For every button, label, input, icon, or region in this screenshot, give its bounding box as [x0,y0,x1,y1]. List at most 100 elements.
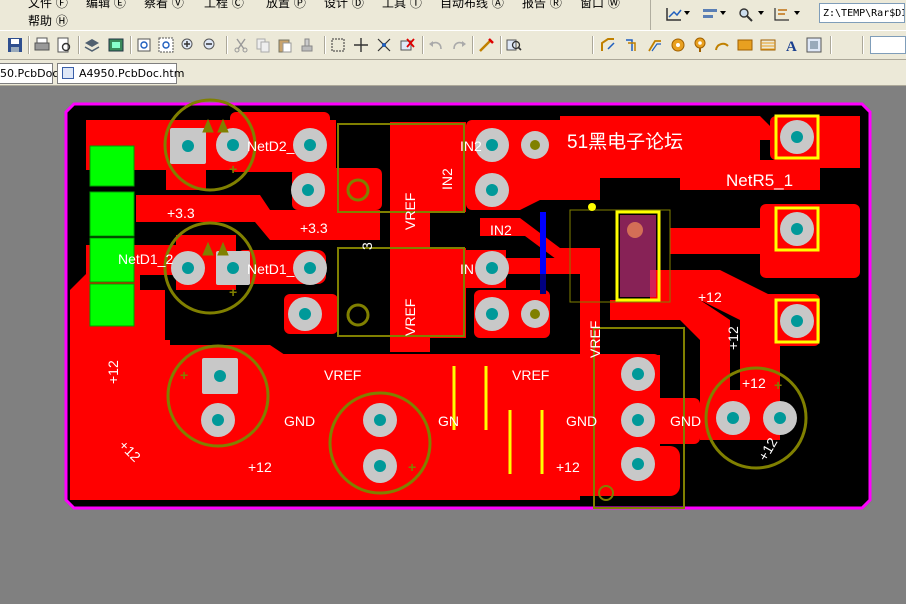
grid-icon[interactable] [773,6,791,22]
dropdown-arrow-icon[interactable] [720,11,726,15]
align-icon[interactable] [701,6,719,22]
zoom-in-icon[interactable] [180,37,196,53]
print-preview-icon[interactable] [56,37,72,53]
save-icon[interactable] [7,37,23,53]
toolbar-separator [862,36,864,54]
menu-tools[interactable]: 工具 Ⓣ [382,0,422,10]
menu-reports[interactable]: 报告 Ⓡ [522,0,562,10]
toolbar-separator [472,36,474,54]
select-area-icon[interactable] [330,37,346,53]
svg-text:+: + [229,284,237,300]
tab-label: A4950.PcbDoc.htm [79,67,185,80]
label-gnd-2: GN [438,413,459,429]
via-icon[interactable] [692,37,708,53]
toolbar-combo[interactable] [870,36,906,54]
label-gnd-1: GND [284,413,315,429]
label-netr5: NetR5_1 [726,171,793,190]
menu-autoroute[interactable]: 自动布线 Ⓐ [440,0,504,10]
array-paste-icon[interactable] [806,37,822,53]
svg-text:+: + [774,377,782,393]
svg-text:+: + [180,367,188,383]
tab-pcbdoc-htm[interactable]: A4950.PcbDoc.htm [57,63,184,84]
label-plus33-c: 3 [359,242,375,250]
path-field[interactable]: Z:\TEMP\Rar$DI [819,3,905,23]
toolbar-separator [422,36,424,54]
toolbar-separator [592,36,594,54]
label-in2-a: IN2 [460,138,482,154]
menu-place[interactable]: 放置 Ⓟ [266,0,306,10]
header-pads [89,145,135,327]
label-plus12-a: +12 [248,459,272,475]
label-vref-4: VREF [324,367,361,383]
pad-icon[interactable] [670,37,686,53]
interactive-route-icon[interactable] [600,37,616,53]
component-search-icon[interactable] [506,37,522,53]
label-vref-1: VREF [402,193,418,230]
label-plus12-e: +12 [105,360,121,384]
zoom-out-icon[interactable] [202,37,218,53]
menu-project[interactable]: 工程 Ⓒ [204,0,244,10]
main-toolbar: A [0,30,906,60]
move-icon[interactable] [353,37,369,53]
move-selection-icon[interactable] [376,37,392,53]
tab-label: 50.PcbDoc [0,67,59,80]
chip-stripes [620,215,656,297]
menu-design[interactable]: 设计 Ⓓ [324,0,364,10]
label-plus33-b: +3.3 [300,220,328,236]
svg-text:+: + [408,459,416,475]
label-plus12-b: +12 [556,459,580,475]
cut-icon[interactable] [233,37,249,53]
label-plus33-a: +3.3 [167,205,195,221]
document-tabs: 50.PcbDoc A4950.PcbDoc.htm [0,60,906,86]
rubber-stamp-icon[interactable] [299,37,315,53]
pcb-canvas[interactable]: NetD2_ NetD1_2 NetD1_ NetR5_1 +3.3 +3.3 … [0,86,906,604]
toolbar-separator [78,36,80,54]
cross-probe-icon[interactable] [478,37,494,53]
layers-icon[interactable] [84,37,100,53]
label-gnd-4: GND [670,413,701,429]
document-icon [62,67,74,79]
watermark-text: 51黑电子论坛 [567,131,683,153]
zoom-area-icon[interactable] [158,37,174,53]
menu-help[interactable]: 帮助 Ⓗ [28,14,68,28]
dropdown-arrow-icon[interactable] [758,11,764,15]
fill-icon[interactable] [737,37,753,53]
label-in2-b: IN2 [439,168,455,190]
label-vref-5: VREF [512,367,549,383]
menu-file[interactable]: 文件 Ⓕ [28,0,68,10]
right-toolbar: Z:\TEMP\Rar$DI [650,0,906,30]
pcb-board-drawing[interactable]: NetD2_ NetD1_2 NetD1_ NetR5_1 +3.3 +3.3 … [0,86,906,604]
polygon-pour-icon[interactable] [760,37,776,53]
label-netd2: NetD2_ [247,138,295,154]
menu-window[interactable]: 窗口 Ⓦ [580,0,620,10]
menu-view[interactable]: 察看 Ⓥ [144,0,184,10]
label-netd1: NetD1_ [247,261,295,277]
redo-icon[interactable] [451,37,467,53]
toolbar-separator [130,36,132,54]
chart-icon[interactable] [665,6,683,22]
deselect-icon[interactable] [399,37,415,53]
menu-edit[interactable]: 编辑 Ⓔ [86,0,126,10]
string-icon[interactable]: A [784,37,800,53]
label-vref-2: VREF [402,299,418,336]
svg-text:+: + [229,161,237,177]
multi-route-icon[interactable] [647,37,663,53]
toolbar-separator [28,36,30,54]
arc-icon[interactable] [714,37,730,53]
tab-pcbdoc[interactable]: 50.PcbDoc [0,63,58,84]
board-icon[interactable] [108,37,124,53]
pcb-editor-window: 文件 Ⓕ 编辑 Ⓔ 察看 Ⓥ 工程 Ⓒ 放置 Ⓟ 设计 Ⓓ 工具 Ⓣ 自动布线 … [0,0,906,604]
find-icon[interactable] [737,6,755,22]
paste-icon[interactable] [277,37,293,53]
zoom-fit-icon[interactable] [136,37,152,53]
dropdown-arrow-icon[interactable] [794,11,800,15]
dropdown-arrow-icon[interactable] [684,11,690,15]
undo-icon[interactable] [428,37,444,53]
label-plus12-d: +12 [742,375,766,391]
diff-pair-route-icon[interactable] [624,37,640,53]
label-vref-3: VREF [587,321,603,358]
toolbar-separator [500,36,502,54]
via-marker [588,203,596,211]
copy-icon[interactable] [255,37,271,53]
print-icon[interactable] [34,37,50,53]
